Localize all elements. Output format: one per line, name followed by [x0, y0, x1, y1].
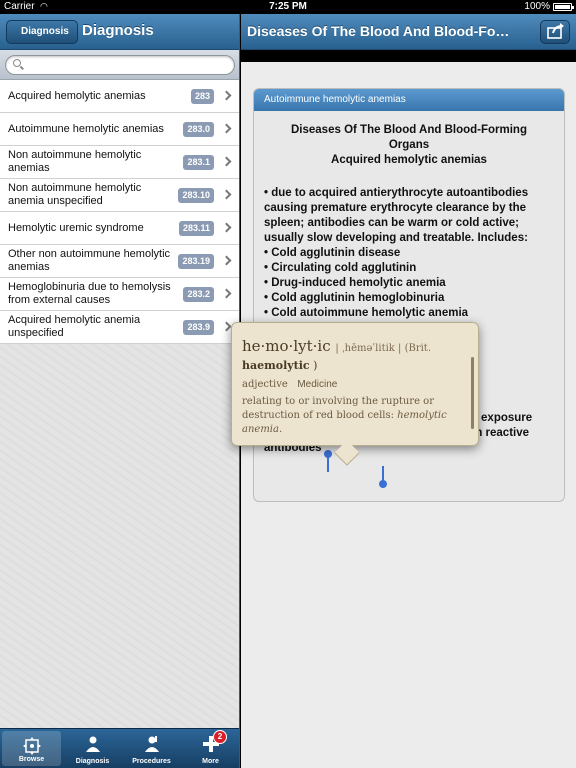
diagnosis-label: Autoimmune hemolytic anemias [8, 122, 164, 135]
search-icon [13, 59, 21, 67]
headword: he·mo·lyt·ic [242, 337, 331, 355]
includes-item: Cold agglutinin hemoglobinuria [264, 291, 554, 306]
tab-label: More [202, 758, 219, 765]
tab-procedures[interactable]: Procedures [122, 729, 181, 768]
left-pane: Diagnosis Diagnosis Acquired hemolytic a… [0, 14, 240, 768]
chevron-right-icon [221, 189, 232, 200]
left-title: Diagnosis [82, 22, 154, 39]
card-header: Autoimmune hemolytic anemias [254, 89, 564, 111]
dictionary-headline: he·mo·lyt·ic | ˌhēməˈlitik | (Brit. [242, 337, 431, 355]
alt-close: ) [309, 359, 318, 372]
pronunciation: | ˌhēməˈlitik | (Brit. [335, 343, 432, 354]
usage-domain: Medicine [297, 379, 338, 390]
tab-label: Procedures [132, 758, 171, 765]
part-of-speech: adjective [242, 379, 288, 390]
diagnosis-label: Non autoimmune hemolytic anemias [8, 149, 142, 174]
diagnosis-row[interactable]: Acquired hemolytic anemias 283 [0, 80, 239, 113]
diagnosis-label: Acquired hemolytic anemias [8, 89, 146, 102]
battery-icon [553, 3, 574, 11]
alt-spelling: haemolytic [242, 359, 310, 372]
browse-icon [22, 737, 41, 755]
chevron-right-icon [221, 321, 232, 332]
share-button[interactable] [540, 20, 570, 44]
tab-browse[interactable]: Browse [2, 731, 61, 766]
procedures-icon [144, 736, 159, 752]
diagnosis-row[interactable]: Hemolytic uremic syndrome 283.11 [0, 212, 239, 245]
section-title: Acquired hemolytic anemias [331, 154, 487, 166]
description: • due to acquired antierythrocyte autoan… [264, 187, 529, 244]
diagnosis-row[interactable]: Non autoimmune hemolytic anemias 283.1 [0, 146, 239, 179]
diagnosis-row[interactable]: Hemoglobinuria due to hemolysis from ext… [0, 278, 239, 311]
search-input[interactable] [28, 58, 228, 72]
diagnosis-row[interactable]: Non autoimmune hemolytic anemia unspecif… [0, 179, 239, 212]
code-badge: 283.11 [178, 221, 214, 236]
chevron-right-icon [221, 255, 232, 266]
tab-label: Diagnosis [75, 758, 110, 765]
card-heading: Diseases Of The Blood And Blood-Forming … [254, 123, 564, 168]
code-badge: 283.0 [183, 122, 214, 137]
includes-item: Cold autoimmune hemolytic anemia [264, 306, 554, 321]
diagnosis-row[interactable]: Acquired hemolytic anemia unspecified 283… [0, 311, 239, 344]
list-background [0, 344, 239, 729]
diagnosis-label: Non autoimmune hemolytic anemia unspecif… [8, 182, 142, 207]
alt-spelling-line: haemolytic ) [242, 359, 317, 372]
dictionary-popover: he·mo·lyt·ic | ˌhēməˈlitik | (Brit. haem… [231, 322, 479, 446]
part-of-speech-line: adjective Medicine [242, 379, 337, 390]
clock: 7:25 PM [269, 1, 307, 12]
chevron-right-icon [221, 288, 232, 299]
diagnosis-row[interactable]: Autoimmune hemolytic anemias 283.0 [0, 113, 239, 146]
selection-end-handle[interactable] [379, 466, 387, 488]
status-bar: Carrier ◠ 7:25 PM 100% [0, 0, 576, 14]
code-badge: 283.2 [183, 287, 214, 302]
includes-item: Circulating cold agglutinin [264, 261, 554, 276]
code-badge: 283.10 [178, 188, 214, 203]
selection-start-handle[interactable] [324, 450, 332, 472]
notification-badge: 2 [213, 730, 227, 744]
tab-diagnosis[interactable]: Diagnosis [63, 729, 122, 768]
diagnosis-list: Acquired hemolytic anemias 283 Autoimmune … [0, 80, 239, 344]
detail-title: Diseases Of The Blood And Blood-Fo… [247, 23, 510, 39]
includes-item: Drug-induced hemolytic anemia [264, 276, 554, 291]
code-badge: 283.1 [183, 155, 214, 170]
search-field[interactable] [5, 55, 235, 75]
code-badge: 283.9 [183, 320, 214, 335]
chevron-right-icon [221, 222, 232, 233]
diagnosis-icon [85, 736, 100, 752]
diagnosis-label: Other non autoimmune hemolytic anemias [8, 248, 171, 273]
popover-scrollbar[interactable] [471, 357, 474, 429]
diagnosis-row[interactable]: Other non autoimmune hemolytic anemias 28… [0, 245, 239, 278]
right-nav-bar: Diseases Of The Blood And Blood-Fo… [241, 14, 576, 50]
chevron-right-icon [221, 156, 232, 167]
chevron-right-icon [221, 90, 232, 101]
tab-label: Browse [18, 756, 45, 763]
chevron-right-icon [221, 123, 232, 134]
code-badge: 283 [190, 89, 214, 104]
tab-bar: Browse Diagnosis Procedures 2 More [0, 728, 239, 768]
definition: relating to or involving the rupture or … [242, 395, 468, 437]
code-badge: 283.19 [178, 254, 214, 269]
tab-more[interactable]: 2 More [181, 729, 239, 768]
chapter-title: Diseases Of The Blood And Blood-Forming … [291, 124, 527, 151]
back-button[interactable]: Diagnosis [6, 20, 78, 44]
diagnosis-label: Hemoglobinuria due to hemolysis from ext… [8, 281, 171, 306]
share-icon [547, 23, 564, 39]
diagnosis-label: Acquired hemolytic anemia unspecified [8, 314, 141, 339]
toolbar-strip [241, 50, 576, 62]
search-bar [0, 50, 239, 80]
battery-percent: 100% [524, 1, 550, 12]
left-nav-bar: Diagnosis Diagnosis [0, 14, 239, 50]
diagnosis-label: Hemolytic uremic syndrome [8, 221, 144, 234]
includes-item: Cold agglutinin disease [264, 246, 554, 261]
